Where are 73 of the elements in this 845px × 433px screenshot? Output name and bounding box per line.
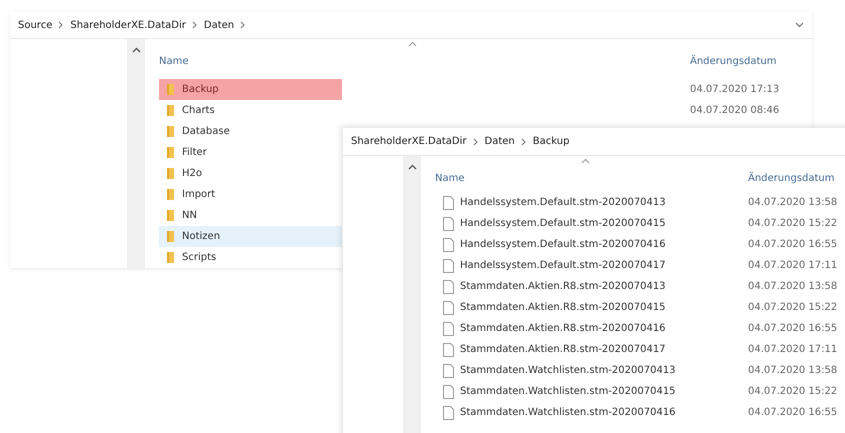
column-header[interactable]: Name bbox=[159, 56, 690, 67]
scroll-up-icon[interactable] bbox=[132, 47, 140, 53]
folder-icon bbox=[167, 231, 174, 242]
date-cell: 04.07.2020 16:55 bbox=[748, 239, 838, 250]
breadcrumb-item[interactable]: Daten bbox=[204, 20, 234, 30]
file-icon bbox=[443, 280, 454, 294]
file-icon bbox=[443, 342, 454, 356]
date-cell: 04.07.2020 13:58 bbox=[748, 281, 838, 292]
file-name[interactable]: Stammdaten.Aktien.R8.stm-2020070413 bbox=[460, 281, 666, 292]
file-name[interactable]: Stammdaten.Aktien.R8.stm-2020070416 bbox=[460, 323, 666, 334]
sort-caret-icon bbox=[408, 41, 417, 47]
date-cell: 04.07.2020 17:13 bbox=[690, 84, 780, 95]
date-cell: 04.07.2020 15:22 bbox=[748, 386, 838, 397]
file-icon bbox=[443, 406, 454, 420]
file-name[interactable]: Stammdaten.Watchlisten.stm-2020070415 bbox=[460, 386, 676, 397]
date-cell: 04.07.2020 17:11 bbox=[748, 344, 838, 355]
date-cell: 04.07.2020 13:58 bbox=[748, 197, 838, 208]
folder-icon bbox=[167, 210, 174, 221]
file-icon bbox=[443, 322, 454, 336]
date-cell: 04.07.2020 16:55 bbox=[748, 323, 838, 334]
folder-item[interactable]: Backup bbox=[159, 79, 342, 100]
folder-icon bbox=[167, 105, 174, 116]
date-cell: 04.07.2020 15:22 bbox=[748, 218, 838, 229]
folder-item[interactable]: Notizen bbox=[159, 226, 342, 247]
file-name[interactable]: Handelssystem.Default.stm-2020070416 bbox=[460, 239, 666, 250]
folder-icon bbox=[167, 84, 174, 95]
scroll-up-icon[interactable] bbox=[408, 164, 416, 170]
folder-icon bbox=[167, 189, 174, 200]
file-icon bbox=[443, 258, 454, 272]
date-cell: 04.07.2020 08:46 bbox=[690, 105, 780, 116]
file-name[interactable]: Handelssystem.Default.stm-2020070415 bbox=[460, 218, 666, 229]
folder-item[interactable]: Charts bbox=[159, 100, 342, 121]
folder-item[interactable]: Scripts bbox=[159, 247, 342, 268]
file-icon bbox=[443, 364, 454, 378]
column-header[interactable]: Name bbox=[435, 173, 748, 184]
date-cell: 04.07.2020 15:22 bbox=[748, 302, 838, 313]
file-icon bbox=[443, 216, 454, 230]
column-header[interactable]: Änderungsdatum bbox=[690, 56, 776, 67]
file-name[interactable]: Stammdaten.Aktien.R8.stm-2020070417 bbox=[460, 344, 666, 355]
column-header[interactable]: Änderungsdatum bbox=[748, 173, 834, 184]
file-name[interactable]: Stammdaten.Aktien.R8.stm-2020070415 bbox=[460, 302, 666, 313]
file-name[interactable]: Handelssystem.Default.stm-2020070417 bbox=[460, 260, 666, 271]
chevron-icon bbox=[58, 21, 64, 29]
chevron-icon bbox=[192, 21, 198, 29]
sort-caret-icon bbox=[581, 158, 590, 164]
folder-icon bbox=[167, 168, 174, 179]
folder-item[interactable]: Filter bbox=[159, 142, 342, 163]
file-name[interactable]: Stammdaten.Watchlisten.stm-2020070416 bbox=[460, 407, 676, 418]
file-icon bbox=[443, 384, 454, 398]
file-name[interactable]: Stammdaten.Watchlisten.stm-2020070413 bbox=[460, 365, 676, 376]
chevron-icon bbox=[472, 138, 479, 146]
date-cell: 04.07.2020 17:11 bbox=[748, 260, 838, 271]
breadcrumb-item[interactable]: Daten bbox=[484, 136, 515, 147]
file-icon bbox=[443, 300, 454, 314]
folder-item[interactable]: Import bbox=[159, 184, 342, 205]
dropdown-icon[interactable] bbox=[795, 22, 804, 28]
folder-icon bbox=[167, 126, 174, 137]
file-icon bbox=[443, 238, 454, 252]
folder-item[interactable]: NN bbox=[159, 205, 342, 226]
folder-item[interactable]: Database bbox=[159, 121, 342, 142]
folder-item[interactable]: H2o bbox=[159, 163, 342, 184]
folder-icon bbox=[167, 252, 174, 263]
breadcrumb-item[interactable]: ShareholderXE.DataDir bbox=[70, 20, 186, 30]
chevron-icon bbox=[520, 138, 527, 146]
date-cell: 04.07.2020 16:55 bbox=[748, 407, 838, 418]
date-cell: 04.07.2020 13:58 bbox=[748, 365, 838, 376]
folder-icon bbox=[167, 147, 174, 158]
breadcrumb-item[interactable]: Backup bbox=[532, 136, 570, 147]
breadcrumb-item[interactable]: Source bbox=[18, 20, 52, 30]
file-name[interactable]: Handelssystem.Default.stm-2020070413 bbox=[460, 197, 666, 208]
file-icon bbox=[443, 196, 454, 210]
chevron-icon bbox=[240, 21, 246, 29]
breadcrumb-item[interactable]: ShareholderXE.DataDir bbox=[351, 136, 467, 147]
